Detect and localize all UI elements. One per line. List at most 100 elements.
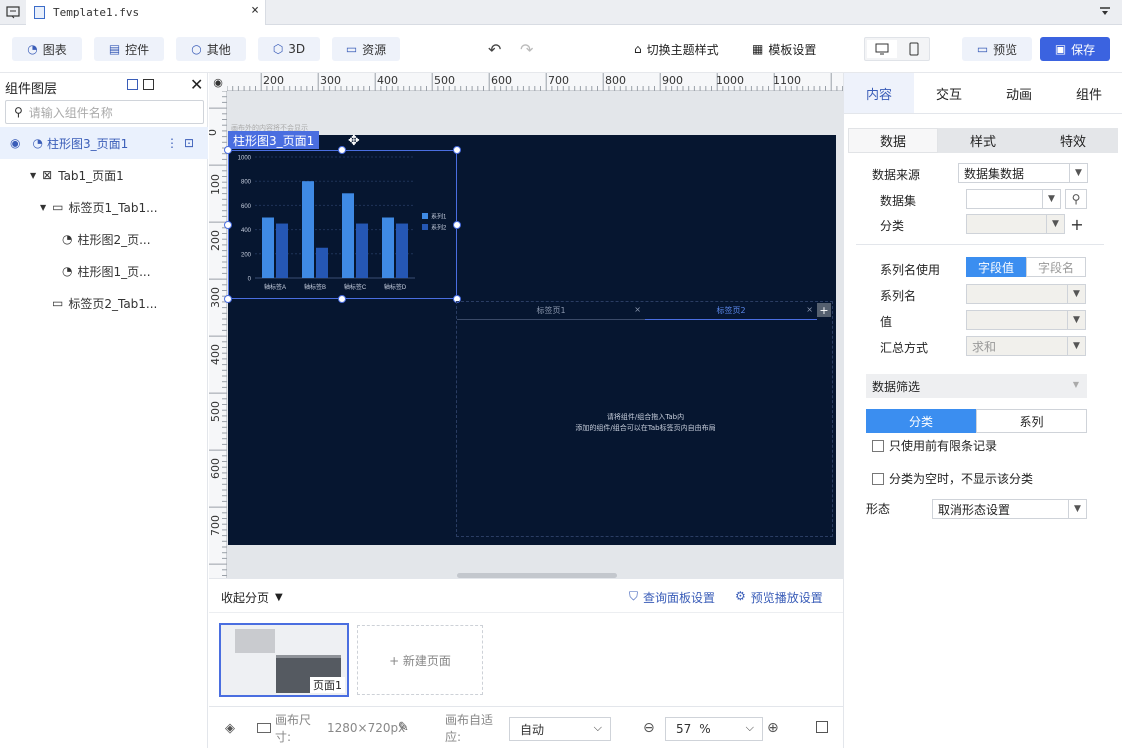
filter-tab-category[interactable]: 分类 bbox=[866, 409, 976, 433]
collapse-arrow-icon[interactable]: ▼ bbox=[30, 171, 36, 180]
new-page-button[interactable]: + 新建页面 bbox=[357, 625, 483, 695]
selected-chart-component[interactable]: 0 200 400 600 800 1000 轴标签A 轴标签B 轴标签C 轴标签D 系列1 系列2 bbox=[228, 150, 457, 299]
undo-icon[interactable]: ↶ bbox=[488, 37, 501, 61]
value-label: 值 bbox=[880, 315, 893, 329]
more-icon[interactable]: ⋮ bbox=[166, 136, 178, 150]
switch-theme-button[interactable]: ⌂ 切换主题样式 bbox=[634, 37, 719, 61]
tab-interaction[interactable]: 交互 bbox=[914, 73, 984, 113]
eye-icon[interactable]: ◉ bbox=[10, 136, 20, 150]
series-name-select[interactable]: ▼ bbox=[966, 284, 1086, 304]
template-settings-button[interactable]: ▦ 模板设置 bbox=[752, 37, 816, 61]
data-source-select[interactable]: 数据集数据 ▼ bbox=[958, 163, 1088, 183]
eye-icon[interactable]: ◉ bbox=[209, 73, 227, 91]
hide-empty-checkbox[interactable]: 分类为空时，不显示该分类 bbox=[872, 470, 1033, 487]
field-value-toggle[interactable]: 字段值 bbox=[966, 257, 1026, 277]
canvas-size-label: 画布尺寸: bbox=[275, 713, 312, 744]
series-name-label: 系列名 bbox=[880, 289, 917, 303]
aggregation-select[interactable]: 求和 ▼ bbox=[966, 336, 1086, 356]
filter-tab-series[interactable]: 系列 bbox=[976, 409, 1087, 433]
preview-play-button[interactable]: ⚙ 预览播放设置 bbox=[735, 589, 823, 606]
search-icon[interactable]: ⚲ bbox=[1065, 189, 1087, 209]
resize-handle[interactable] bbox=[224, 221, 232, 229]
dataset-select[interactable]: ▼ bbox=[966, 189, 1061, 209]
3d-button[interactable]: ⬡ 3D bbox=[258, 37, 320, 61]
field-name-toggle[interactable]: 字段名 bbox=[1026, 257, 1086, 277]
folder-icon: ▭ bbox=[52, 296, 64, 310]
divider bbox=[209, 612, 843, 613]
layer-item-tabpage1[interactable]: ▼ ▭ 标签页1_Tab1... bbox=[0, 191, 208, 223]
save-button[interactable]: ▣ 保存 bbox=[1040, 37, 1110, 61]
close-tab-icon[interactable]: × bbox=[251, 3, 259, 18]
subtab-effects[interactable]: 特效 bbox=[1028, 128, 1118, 153]
close-icon[interactable]: × bbox=[806, 305, 813, 314]
edit-icon[interactable]: ✎ bbox=[398, 720, 409, 735]
tab-page-1[interactable]: 标签页1 × bbox=[457, 302, 645, 320]
data-filter-header[interactable]: 数据筛选 ▼ bbox=[866, 374, 1087, 398]
bar-1 bbox=[382, 217, 394, 278]
layer-item-tabpage2[interactable]: ▭ 标签页2_Tab1... bbox=[0, 287, 208, 319]
resize-handle[interactable] bbox=[453, 146, 461, 154]
status-bar: ◈ 画布尺寸: 1280×720px ✎ 画布自适应: 自动 ⌵ ⊖ 57 % … bbox=[209, 706, 843, 748]
value-select[interactable]: ▼ bbox=[966, 310, 1086, 330]
layer-search-input[interactable]: ⚲ 请输入组件名称 bbox=[5, 100, 204, 124]
split-icon[interactable] bbox=[143, 79, 154, 90]
chart-button[interactable]: ◔ 图表 bbox=[12, 37, 82, 61]
other-button[interactable]: ○ 其他 bbox=[176, 37, 246, 61]
lock-icon[interactable]: ⊡ bbox=[184, 136, 194, 150]
resize-handle[interactable] bbox=[453, 221, 461, 229]
file-icon bbox=[34, 6, 45, 19]
desktop-icon[interactable] bbox=[867, 40, 897, 58]
ruler-label: 600 bbox=[209, 458, 222, 479]
layout-icon[interactable] bbox=[127, 79, 138, 90]
zoom-out-icon[interactable]: ⊖ bbox=[643, 720, 655, 736]
add-icon[interactable]: + bbox=[1067, 214, 1087, 234]
collapse-arrow-icon[interactable]: ▼ bbox=[40, 203, 46, 212]
tab-page-2[interactable]: 标签页2 × bbox=[645, 302, 817, 320]
canvas-adapt-select[interactable]: 自动 ⌵ bbox=[509, 717, 611, 741]
tab-list-icon[interactable] bbox=[1098, 5, 1112, 19]
close-icon[interactable]: ✕ bbox=[190, 75, 203, 94]
resize-handle[interactable] bbox=[338, 146, 346, 154]
collapse-pages-button[interactable]: 收起分页 ▼ bbox=[221, 589, 283, 606]
folder-icon: ▭ bbox=[52, 200, 64, 214]
add-tab-icon[interactable]: + bbox=[817, 303, 831, 317]
page-thumbnail[interactable]: 页面1 bbox=[219, 623, 349, 697]
ruler-label: 700 bbox=[548, 74, 569, 87]
widget-button-label: 控件 bbox=[125, 42, 150, 57]
layer-item-bar1[interactable]: ◔ 柱形图1_页... bbox=[0, 255, 208, 287]
resize-handle[interactable] bbox=[338, 295, 346, 303]
layer-item-tab1[interactable]: ▼ ⊠ Tab1_页面1 bbox=[0, 159, 208, 191]
layer-item-bar2[interactable]: ◔ 柱形图2_页... bbox=[0, 223, 208, 255]
resource-button[interactable]: ▭ 资源 bbox=[332, 37, 400, 61]
file-tab[interactable]: Template1.fvs × bbox=[26, 0, 266, 25]
fit-screen-icon[interactable] bbox=[816, 721, 828, 733]
tab-content[interactable]: 内容 bbox=[844, 73, 914, 113]
checkbox-icon bbox=[872, 439, 884, 452]
resize-handle[interactable] bbox=[224, 146, 232, 154]
app-menu-icon[interactable] bbox=[6, 5, 20, 19]
only-limited-checkbox[interactable]: 只使用前有限条记录 bbox=[872, 437, 997, 454]
layer-item-bar3[interactable]: ◉ ◔ 柱形图3_页面1 ⋮ ⊡ bbox=[0, 127, 208, 159]
query-panel-button[interactable]: ⛉ 查询面板设置 bbox=[629, 589, 715, 606]
mobile-icon[interactable] bbox=[899, 40, 929, 58]
subtab-style[interactable]: 样式 bbox=[938, 128, 1028, 153]
data-filter-title: 数据筛选 bbox=[872, 379, 921, 394]
tab-component[interactable]: 标签页1 × 标签页2 × + 请将组件/组合拖入Tab内 添加的组件/组合可以… bbox=[456, 301, 833, 537]
preview-button[interactable]: ▭ 预览 bbox=[962, 37, 1032, 61]
tab-animation[interactable]: 动画 bbox=[984, 73, 1054, 113]
dashboard-canvas[interactable]: 0 200 400 600 800 1000 轴标签A 轴标签B 轴标签C 轴标签D 系列1 系列2 … bbox=[224, 131, 836, 545]
zoom-select[interactable]: 57 % ⌵ bbox=[665, 717, 763, 741]
y-tick-label: 800 bbox=[241, 180, 252, 186]
category-select[interactable]: ▼ bbox=[966, 214, 1065, 234]
resize-handle[interactable] bbox=[224, 295, 232, 303]
cube-icon: ⬡ bbox=[272, 42, 284, 56]
form-select[interactable]: 取消形态设置 ▼ bbox=[932, 499, 1087, 519]
zoom-in-icon[interactable]: ⊕ bbox=[767, 720, 779, 736]
subtab-data[interactable]: 数据 bbox=[848, 128, 938, 153]
tab-component[interactable]: 组件 bbox=[1054, 73, 1122, 113]
redo-icon[interactable]: ↷ bbox=[520, 37, 533, 61]
canvas-workspace[interactable]: ◉ 200 300 400 500 600 700 800 900 1000 1… bbox=[209, 73, 843, 578]
layers-icon[interactable]: ◈ bbox=[225, 721, 235, 736]
widget-button[interactable]: ▤ 控件 bbox=[94, 37, 164, 61]
close-icon[interactable]: × bbox=[634, 305, 641, 314]
